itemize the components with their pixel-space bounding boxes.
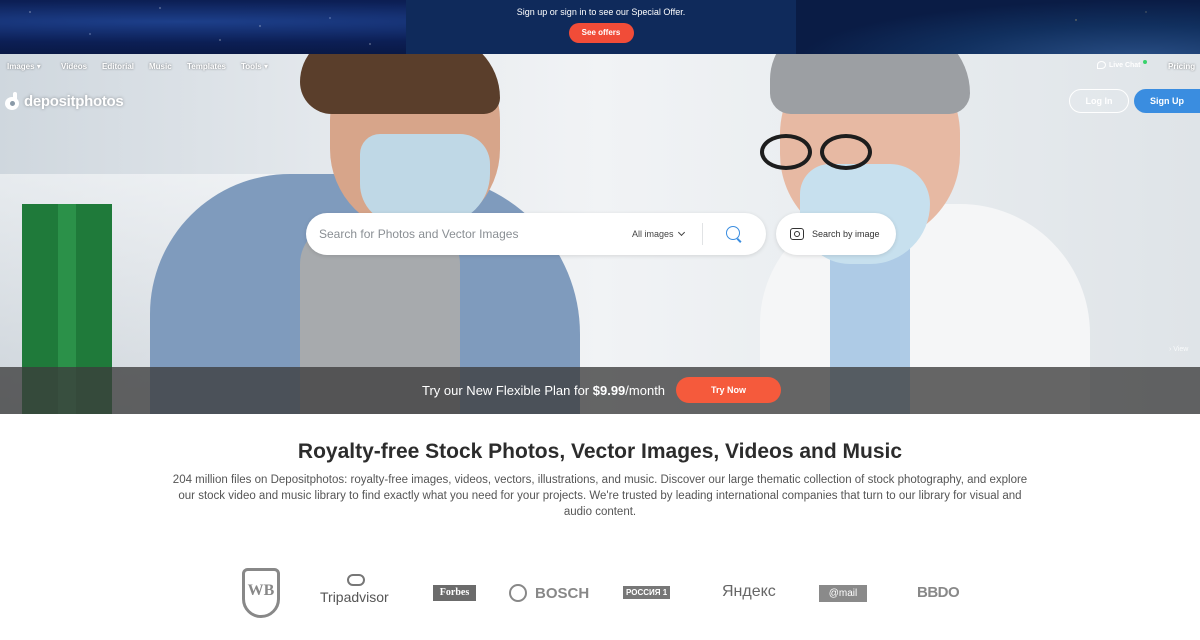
- bosch-ring-icon: [509, 584, 527, 602]
- page-description: 204 million files on Depositphotos: roya…: [172, 474, 1028, 518]
- glasses: [760, 134, 880, 174]
- search-by-image-label: Search by image: [812, 229, 880, 239]
- online-status-icon: [1142, 60, 1147, 64]
- camera-search-icon: [790, 228, 804, 240]
- nav-item-tools[interactable]: Tools ▾: [241, 62, 268, 71]
- yandex-logo: Яндекс: [722, 583, 776, 600]
- search-input[interactable]: Search for Photos and Vector Images: [319, 227, 518, 241]
- page-headline: Royalty-free Stock Photos, Vector Images…: [297, 440, 903, 463]
- bbdo-logo: BBDO: [917, 584, 960, 601]
- depositphotos-logo[interactable]: depositphotos: [4, 90, 124, 112]
- promo-text: Sign up or sign in to see our Special Of…: [516, 7, 686, 17]
- main-nav: Images ▾ Videos Editorial Music Template…: [0, 58, 1200, 78]
- search-type-select[interactable]: All images: [632, 228, 685, 239]
- logo-icon: [4, 92, 20, 110]
- mail-logo: @mail: [819, 585, 867, 602]
- bosch-logo: BOSCH: [509, 584, 589, 602]
- see-offers-button[interactable]: See offers: [568, 23, 634, 43]
- try-now-button[interactable]: Try Now: [676, 377, 781, 403]
- forbes-logo: Forbes: [433, 585, 476, 601]
- partner-logos: WB Tripadvisor Forbes BOSCH РОССИЯ 1 Янд…: [0, 566, 1200, 626]
- live-chat-label: Live Chat: [1109, 61, 1141, 69]
- live-chat-link[interactable]: Live Chat: [1097, 60, 1147, 69]
- login-button[interactable]: Log In: [1069, 89, 1129, 113]
- nav-item-templates[interactable]: Templates: [187, 62, 226, 71]
- search-icon[interactable]: [725, 225, 743, 243]
- tripadvisor-logo: Tripadvisor: [320, 574, 389, 605]
- nav-item-pricing[interactable]: Pricing: [1168, 62, 1195, 71]
- owl-icon: [347, 574, 365, 586]
- promo-center: Sign up or sign in to see our Special Of…: [406, 0, 796, 54]
- search-by-image-button[interactable]: Search by image: [776, 213, 896, 255]
- signup-button[interactable]: Sign Up: [1134, 89, 1200, 113]
- warner-bros-logo: WB: [242, 568, 280, 618]
- search-divider: [702, 223, 703, 245]
- logo-wordmark: depositphotos: [24, 92, 124, 110]
- nav-item-videos[interactable]: Videos: [61, 62, 87, 71]
- nav-item-editorial[interactable]: Editorial: [102, 62, 134, 71]
- search-bar: Search for Photos and Vector Images All …: [306, 213, 766, 255]
- nav-item-images[interactable]: Images ▾: [7, 62, 41, 71]
- view-image-link[interactable]: › View: [1169, 346, 1188, 353]
- plan-text: Try our New Flexible Plan for $9.99/mont…: [422, 383, 666, 398]
- flexible-plan-bar: Try our New Flexible Plan for $9.99/mont…: [0, 367, 1200, 414]
- chat-icon: [1097, 61, 1106, 69]
- chevron-down-icon: [677, 228, 685, 237]
- nav-item-music[interactable]: Music: [149, 62, 172, 71]
- rossiya-logo: РОССИЯ 1: [623, 586, 671, 599]
- earth-background: [796, 0, 1200, 54]
- plan-price: $9.99: [592, 383, 626, 398]
- man-mask: [360, 134, 490, 224]
- search-type-value: All images: [632, 229, 674, 239]
- promo-banner: Sign up or sign in to see our Special Of…: [0, 0, 1200, 54]
